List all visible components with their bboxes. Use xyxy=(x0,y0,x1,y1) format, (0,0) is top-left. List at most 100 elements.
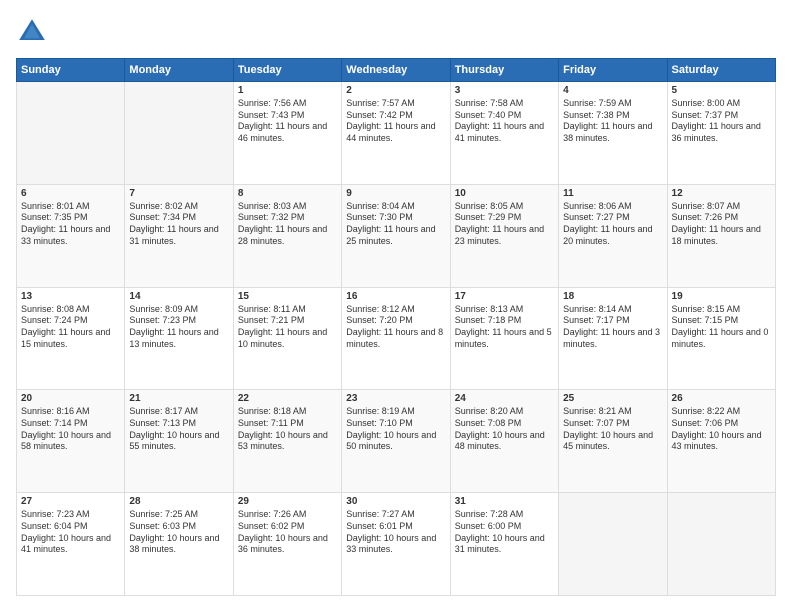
day-number: 30 xyxy=(346,496,445,507)
cell-content: Sunrise: 7:28 AM Sunset: 6:00 PM Dayligh… xyxy=(455,509,554,556)
sunrise: Sunrise: 7:23 AM xyxy=(21,509,90,519)
cell-content: Sunrise: 7:27 AM Sunset: 6:01 PM Dayligh… xyxy=(346,509,445,556)
day-number: 5 xyxy=(672,85,771,96)
day-number: 24 xyxy=(455,393,554,404)
cell-content: Sunrise: 7:25 AM Sunset: 6:03 PM Dayligh… xyxy=(129,509,228,556)
calendar-cell: 13 Sunrise: 8:08 AM Sunset: 7:24 PM Dayl… xyxy=(17,287,125,390)
daylight: Daylight: 11 hours and 38 minutes. xyxy=(563,121,652,143)
day-number: 20 xyxy=(21,393,120,404)
day-number: 29 xyxy=(238,496,337,507)
daylight: Daylight: 11 hours and 31 minutes. xyxy=(129,224,218,246)
calendar-page: SundayMondayTuesdayWednesdayThursdayFrid… xyxy=(0,0,792,612)
daylight: Daylight: 10 hours and 33 minutes. xyxy=(346,533,436,555)
day-number: 9 xyxy=(346,188,445,199)
sunrise: Sunrise: 8:16 AM xyxy=(21,406,90,416)
day-header-saturday: Saturday xyxy=(667,59,775,82)
calendar-cell: 28 Sunrise: 7:25 AM Sunset: 6:03 PM Dayl… xyxy=(125,493,233,596)
day-number: 16 xyxy=(346,291,445,302)
day-number: 7 xyxy=(129,188,228,199)
daylight: Daylight: 10 hours and 31 minutes. xyxy=(455,533,545,555)
sunrise: Sunrise: 7:57 AM xyxy=(346,98,415,108)
sunrise: Sunrise: 7:58 AM xyxy=(455,98,524,108)
sunrise: Sunrise: 8:19 AM xyxy=(346,406,415,416)
sunset: Sunset: 6:03 PM xyxy=(129,521,196,531)
calendar-cell: 18 Sunrise: 8:14 AM Sunset: 7:17 PM Dayl… xyxy=(559,287,667,390)
calendar-cell: 17 Sunrise: 8:13 AM Sunset: 7:18 PM Dayl… xyxy=(450,287,558,390)
sunrise: Sunrise: 8:05 AM xyxy=(455,201,524,211)
sunrise: Sunrise: 8:17 AM xyxy=(129,406,198,416)
calendar-cell: 20 Sunrise: 8:16 AM Sunset: 7:14 PM Dayl… xyxy=(17,390,125,493)
sunset: Sunset: 7:24 PM xyxy=(21,315,88,325)
sunrise: Sunrise: 8:06 AM xyxy=(563,201,632,211)
logo-icon xyxy=(16,16,48,48)
sunset: Sunset: 7:06 PM xyxy=(672,418,739,428)
day-number: 23 xyxy=(346,393,445,404)
sunset: Sunset: 7:37 PM xyxy=(672,110,739,120)
calendar-cell: 12 Sunrise: 8:07 AM Sunset: 7:26 PM Dayl… xyxy=(667,184,775,287)
cell-content: Sunrise: 7:26 AM Sunset: 6:02 PM Dayligh… xyxy=(238,509,337,556)
cell-content: Sunrise: 8:01 AM Sunset: 7:35 PM Dayligh… xyxy=(21,201,120,248)
daylight: Daylight: 10 hours and 50 minutes. xyxy=(346,430,436,452)
day-header-sunday: Sunday xyxy=(17,59,125,82)
calendar-cell: 31 Sunrise: 7:28 AM Sunset: 6:00 PM Dayl… xyxy=(450,493,558,596)
sunrise: Sunrise: 8:01 AM xyxy=(21,201,90,211)
day-number: 8 xyxy=(238,188,337,199)
sunrise: Sunrise: 8:09 AM xyxy=(129,304,198,314)
calendar-cell xyxy=(667,493,775,596)
day-header-friday: Friday xyxy=(559,59,667,82)
calendar-week-row: 13 Sunrise: 8:08 AM Sunset: 7:24 PM Dayl… xyxy=(17,287,776,390)
calendar-cell: 3 Sunrise: 7:58 AM Sunset: 7:40 PM Dayli… xyxy=(450,82,558,185)
sunset: Sunset: 7:32 PM xyxy=(238,212,305,222)
calendar-cell: 7 Sunrise: 8:02 AM Sunset: 7:34 PM Dayli… xyxy=(125,184,233,287)
cell-content: Sunrise: 8:00 AM Sunset: 7:37 PM Dayligh… xyxy=(672,98,771,145)
day-header-thursday: Thursday xyxy=(450,59,558,82)
cell-content: Sunrise: 8:19 AM Sunset: 7:10 PM Dayligh… xyxy=(346,406,445,453)
sunrise: Sunrise: 8:20 AM xyxy=(455,406,524,416)
cell-content: Sunrise: 8:08 AM Sunset: 7:24 PM Dayligh… xyxy=(21,304,120,351)
cell-content: Sunrise: 8:21 AM Sunset: 7:07 PM Dayligh… xyxy=(563,406,662,453)
cell-content: Sunrise: 8:22 AM Sunset: 7:06 PM Dayligh… xyxy=(672,406,771,453)
sunrise: Sunrise: 8:02 AM xyxy=(129,201,198,211)
sunset: Sunset: 7:27 PM xyxy=(563,212,630,222)
sunrise: Sunrise: 8:22 AM xyxy=(672,406,741,416)
sunset: Sunset: 7:20 PM xyxy=(346,315,413,325)
sunrise: Sunrise: 8:08 AM xyxy=(21,304,90,314)
calendar-cell: 21 Sunrise: 8:17 AM Sunset: 7:13 PM Dayl… xyxy=(125,390,233,493)
calendar-cell: 23 Sunrise: 8:19 AM Sunset: 7:10 PM Dayl… xyxy=(342,390,450,493)
calendar-cell: 5 Sunrise: 8:00 AM Sunset: 7:37 PM Dayli… xyxy=(667,82,775,185)
calendar-cell: 11 Sunrise: 8:06 AM Sunset: 7:27 PM Dayl… xyxy=(559,184,667,287)
calendar-cell: 9 Sunrise: 8:04 AM Sunset: 7:30 PM Dayli… xyxy=(342,184,450,287)
calendar-cell: 6 Sunrise: 8:01 AM Sunset: 7:35 PM Dayli… xyxy=(17,184,125,287)
daylight: Daylight: 11 hours and 46 minutes. xyxy=(238,121,327,143)
sunrise: Sunrise: 8:14 AM xyxy=(563,304,632,314)
sunrise: Sunrise: 8:07 AM xyxy=(672,201,741,211)
cell-content: Sunrise: 7:56 AM Sunset: 7:43 PM Dayligh… xyxy=(238,98,337,145)
daylight: Daylight: 10 hours and 58 minutes. xyxy=(21,430,111,452)
sunset: Sunset: 6:04 PM xyxy=(21,521,88,531)
day-number: 3 xyxy=(455,85,554,96)
calendar-cell xyxy=(125,82,233,185)
daylight: Daylight: 11 hours and 10 minutes. xyxy=(238,327,327,349)
calendar-cell: 25 Sunrise: 8:21 AM Sunset: 7:07 PM Dayl… xyxy=(559,390,667,493)
day-number: 25 xyxy=(563,393,662,404)
calendar-cell: 19 Sunrise: 8:15 AM Sunset: 7:15 PM Dayl… xyxy=(667,287,775,390)
sunset: Sunset: 7:17 PM xyxy=(563,315,630,325)
sunset: Sunset: 6:00 PM xyxy=(455,521,522,531)
sunset: Sunset: 7:42 PM xyxy=(346,110,413,120)
sunrise: Sunrise: 8:18 AM xyxy=(238,406,307,416)
daylight: Daylight: 11 hours and 25 minutes. xyxy=(346,224,435,246)
day-number: 22 xyxy=(238,393,337,404)
daylight: Daylight: 11 hours and 0 minutes. xyxy=(672,327,769,349)
sunset: Sunset: 7:21 PM xyxy=(238,315,305,325)
sunrise: Sunrise: 8:13 AM xyxy=(455,304,524,314)
calendar-cell: 15 Sunrise: 8:11 AM Sunset: 7:21 PM Dayl… xyxy=(233,287,341,390)
calendar-week-row: 6 Sunrise: 8:01 AM Sunset: 7:35 PM Dayli… xyxy=(17,184,776,287)
daylight: Daylight: 11 hours and 3 minutes. xyxy=(563,327,660,349)
daylight: Daylight: 11 hours and 5 minutes. xyxy=(455,327,552,349)
cell-content: Sunrise: 7:57 AM Sunset: 7:42 PM Dayligh… xyxy=(346,98,445,145)
day-number: 17 xyxy=(455,291,554,302)
calendar-cell: 27 Sunrise: 7:23 AM Sunset: 6:04 PM Dayl… xyxy=(17,493,125,596)
cell-content: Sunrise: 8:13 AM Sunset: 7:18 PM Dayligh… xyxy=(455,304,554,351)
sunrise: Sunrise: 7:28 AM xyxy=(455,509,524,519)
cell-content: Sunrise: 8:06 AM Sunset: 7:27 PM Dayligh… xyxy=(563,201,662,248)
